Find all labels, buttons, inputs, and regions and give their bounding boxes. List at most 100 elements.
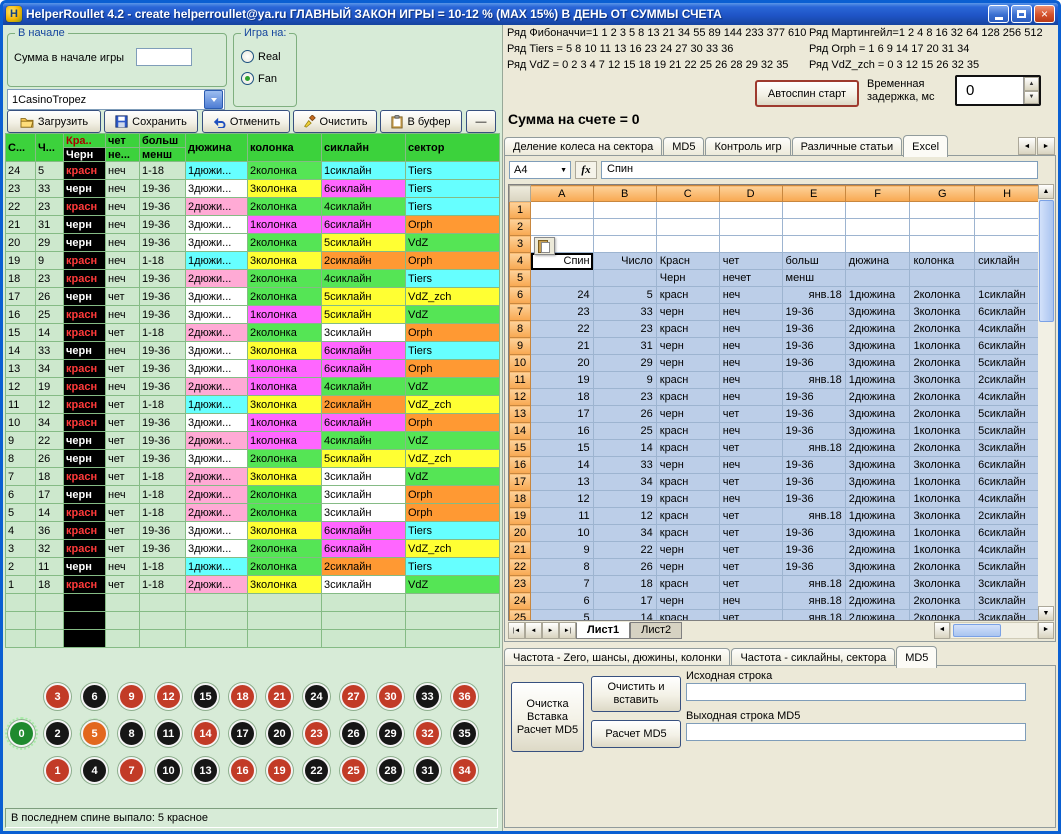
cell-B3[interactable] [593,236,656,253]
cell-D21[interactable]: чет [719,542,782,559]
collapse-button[interactable]: — [466,110,496,133]
name-box-dropdown-icon[interactable] [560,167,570,174]
cell-F10[interactable]: 3дюжина [845,355,910,372]
md5-all-actions-button[interactable]: Очистка Вставка Расчет MD5 [511,682,584,752]
board-number-18[interactable]: 18 [229,683,256,710]
cell-H11[interactable]: 2сиклайн [975,372,1040,389]
board-number-22[interactable]: 22 [303,757,330,784]
cell-E5[interactable]: менш [782,270,845,287]
cell-A6[interactable]: 24 [531,287,594,304]
spins-col-header[interactable]: Кра.. [64,134,106,148]
cell-E9[interactable]: 19-36 [782,338,845,355]
cell-D12[interactable]: неч [719,389,782,406]
cell-F23[interactable]: 2дюжина [845,576,910,593]
cell-D8[interactable]: неч [719,321,782,338]
board-number-21[interactable]: 21 [266,683,293,710]
cell-E2[interactable] [782,219,845,236]
cell-B6[interactable]: 5 [593,287,656,304]
cell-C25[interactable]: красн [656,610,719,622]
cell-A15[interactable]: 15 [531,440,594,457]
cell-F19[interactable]: 1дюжина [845,508,910,525]
row-header-14[interactable]: 14 [510,423,531,440]
spin-row[interactable]: 514краснчет1-182дюжи...2колонка3сиклайнO… [6,504,500,522]
board-number-4[interactable]: 4 [81,757,108,784]
cell-H1[interactable] [975,202,1040,219]
cell-F5[interactable] [845,270,910,287]
cell-H15[interactable]: 3сиклайн [975,440,1040,457]
cell-G16[interactable]: 3колонка [910,457,975,474]
cell-B4[interactable]: Число [593,253,656,270]
cell-A13[interactable]: 17 [531,406,594,423]
column-header-H[interactable]: H [975,186,1040,202]
cell-A5[interactable] [531,270,594,287]
source-string-input[interactable] [686,683,1026,701]
cell-E12[interactable]: 19-36 [782,389,845,406]
clear-button[interactable]: Очистить [293,110,377,133]
cell-H4[interactable]: сиклайн [975,253,1040,270]
minimize-button[interactable] [988,5,1009,23]
cell-H2[interactable] [975,219,1040,236]
cell-A11[interactable]: 19 [531,372,594,389]
cell-D23[interactable]: чет [719,576,782,593]
cell-F3[interactable] [845,236,910,253]
cell-H6[interactable]: 1сиклайн [975,287,1040,304]
cell-B8[interactable]: 23 [593,321,656,338]
row-header-18[interactable]: 18 [510,491,531,508]
cell-D3[interactable] [719,236,782,253]
next-sheet-button[interactable] [542,622,559,639]
cell-C11[interactable]: красн [656,372,719,389]
tab-MD5[interactable]: MD5 [896,646,937,668]
cell-G12[interactable]: 2колонка [910,389,975,406]
row-header-20[interactable]: 20 [510,525,531,542]
row-header-23[interactable]: 23 [510,576,531,593]
cell-E25[interactable]: янв.18 [782,610,845,622]
tab-Excel[interactable]: Excel [903,135,948,157]
cell-D13[interactable]: чет [719,406,782,423]
cell-C15[interactable]: красн [656,440,719,457]
column-header-D[interactable]: D [719,186,782,202]
cell-F18[interactable]: 2дюжина [845,491,910,508]
autospin-start-button[interactable]: Автоспин старт [755,80,859,107]
cell-D18[interactable]: неч [719,491,782,508]
spins-col-header[interactable]: чет [106,134,140,148]
spin-row[interactable]: 1433черннеч19-363дюжи...3колонка6сиклайн… [6,342,500,360]
spin-row[interactable]: 199красннеч1-181дюжи...3колонка2сиклайнO… [6,252,500,270]
cell-E21[interactable]: 19-36 [782,542,845,559]
row-header-4[interactable]: 4 [510,253,531,270]
cell-H12[interactable]: 4сиклайн [975,389,1040,406]
cell-H10[interactable]: 5сиклайн [975,355,1040,372]
cell-C13[interactable]: черн [656,406,719,423]
cell-B7[interactable]: 33 [593,304,656,321]
cell-H20[interactable]: 6сиклайн [975,525,1040,542]
cell-B14[interactable]: 25 [593,423,656,440]
load-button[interactable]: Загрузить [7,110,101,133]
spin-row[interactable]: 332краснчет19-363дюжи...2колонка6сиклайн… [6,540,500,558]
cell-F22[interactable]: 3дюжина [845,559,910,576]
cell-C6[interactable]: красн [656,287,719,304]
cell-E6[interactable]: янв.18 [782,287,845,304]
spins-col-header[interactable]: С... [6,134,36,162]
cell-A16[interactable]: 14 [531,457,594,474]
spins-col-header[interactable]: сектор [406,134,500,162]
row-header-10[interactable]: 10 [510,355,531,372]
board-number-7[interactable]: 7 [118,757,145,784]
row-header-19[interactable]: 19 [510,508,531,525]
row-header-8[interactable]: 8 [510,321,531,338]
vscroll-track[interactable] [1038,199,1054,606]
formula-bar[interactable]: Спин [601,161,1038,179]
cell-H13[interactable]: 5сиклайн [975,406,1040,423]
spin-row[interactable]: 2333черннеч19-363дюжи...3колонка6сиклайн… [6,180,500,198]
cell-C5[interactable]: Черн [656,270,719,287]
cell-G7[interactable]: 3колонка [910,304,975,321]
radio-option-real[interactable]: Real [241,50,281,63]
cell-H23[interactable]: 3сиклайн [975,576,1040,593]
cell-B9[interactable]: 31 [593,338,656,355]
cell-F4[interactable]: дюжина [845,253,910,270]
cell-A20[interactable]: 10 [531,525,594,542]
cell-H14[interactable]: 5сиклайн [975,423,1040,440]
spins-col-header[interactable]: не... [106,148,140,162]
column-header-E[interactable]: E [782,186,845,202]
cell-E7[interactable]: 19-36 [782,304,845,321]
cell-B23[interactable]: 18 [593,576,656,593]
cell-F6[interactable]: 1дюжина [845,287,910,304]
